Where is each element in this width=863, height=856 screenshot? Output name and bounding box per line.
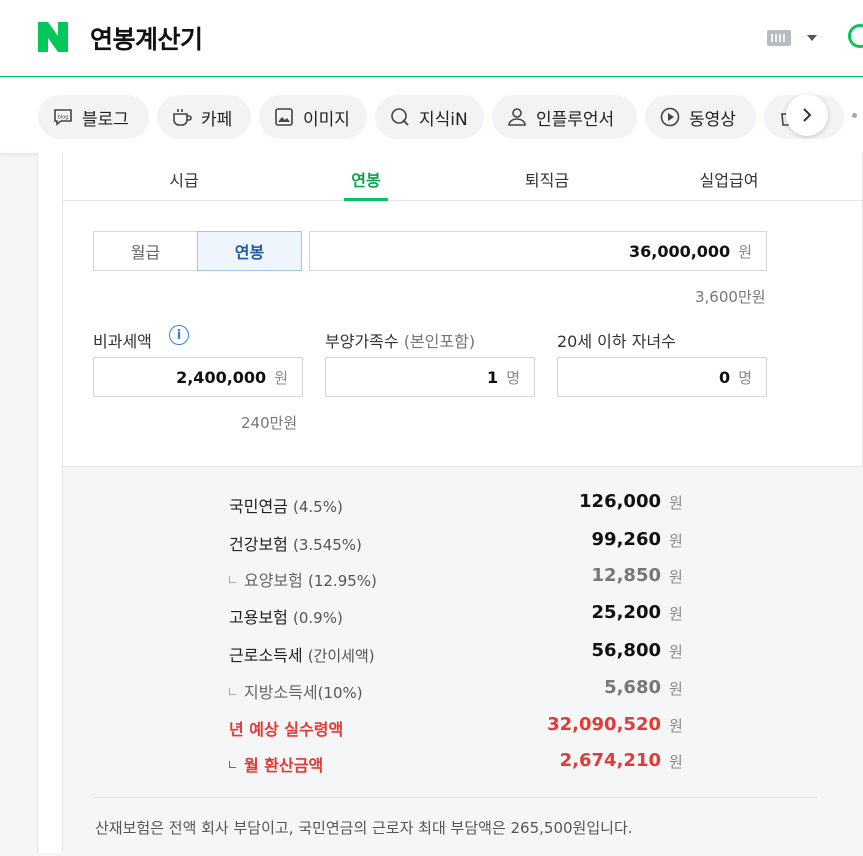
salary-unit: 원 (738, 242, 752, 261)
tab-unemployment[interactable]: 실업급여 (700, 167, 759, 191)
tabs-next-button[interactable] (786, 94, 828, 136)
tab-video[interactable]: 동영상 (645, 95, 756, 139)
tax-free-unit: 원 (274, 368, 288, 387)
children-input[interactable]: 0 명 (557, 357, 767, 397)
dependents-label-sub: (본인포함) (403, 332, 476, 351)
result-panel: 국민연금 (4.5%) 126,000 원 건강보험 (3.545%) 99,2… (63, 466, 863, 856)
result-name: 근로소득세 (간이세액) (229, 646, 375, 665)
tax-free-hint: 240만원 (241, 414, 298, 432)
dependents-value: 1 (487, 367, 499, 387)
footnote: 산재보험은 전액 회사 부담이고, 국민연금의 근로자 최대 부담액은 265,… (95, 819, 633, 837)
annual-net-label: 년 예상 실수령액 (229, 720, 344, 739)
salary-calculator: 시급 연봉 퇴직금 실업급여 월급 연봉 36,000,000 원 3,600만… (62, 153, 863, 856)
tab-blog[interactable]: blog 블로그 (38, 95, 149, 139)
tab-cafe[interactable]: 카페 (157, 95, 251, 139)
tab-label: 카페 (201, 109, 233, 130)
result-value: 56,800 (591, 640, 661, 661)
result-unit: 원 (669, 680, 683, 698)
result-row: 국민연금 (4.5%) 126,000 원 (63, 491, 863, 516)
keyboard-icon[interactable] (767, 30, 791, 46)
result-unit: 원 (669, 717, 683, 735)
children-unit: 명 (738, 368, 752, 387)
top-header: 연봉계산기 (0, 0, 863, 77)
result-unit: 원 (669, 532, 683, 550)
annual-toggle[interactable]: 연봉 (197, 231, 302, 271)
tab-label: 인플루언서 (536, 109, 615, 130)
children-value: 0 (719, 367, 731, 387)
calculator-tabs: 시급 연봉 퇴직금 실업급여 (63, 153, 863, 201)
image-icon (275, 108, 293, 126)
result-value: 126,000 (579, 491, 661, 512)
result-row: 지방소득세(10%) 5,680 원 (63, 677, 863, 703)
kin-icon (391, 108, 409, 126)
sub-item-corner-icon (229, 761, 236, 768)
tab-image[interactable]: 이미지 (259, 95, 367, 139)
result-unit: 원 (669, 494, 683, 512)
divider (93, 797, 817, 798)
svg-text:blog: blog (58, 115, 69, 121)
annual-net-row: 년 예상 실수령액 32,090,520 원 (63, 714, 863, 739)
tab-label: 블로그 (82, 109, 129, 130)
tab-label: 지식iN (419, 109, 468, 130)
dependents-input[interactable]: 1 명 (325, 357, 535, 397)
result-unit: 원 (669, 753, 683, 771)
page-title: 연봉계산기 (90, 25, 203, 54)
blog-icon: blog (54, 109, 72, 126)
salary-value: 36,000,000 (628, 241, 731, 261)
active-tab-indicator (344, 198, 388, 201)
result-value: 25,200 (591, 602, 661, 623)
salary-hint: 3,600만원 (695, 288, 766, 306)
result-row: 고용보험 (0.9%) 25,200 원 (63, 602, 863, 627)
result-value: 99,260 (591, 529, 661, 550)
chevron-right-icon (803, 108, 812, 122)
result-unit: 원 (669, 568, 683, 586)
category-tab-bar: blog 블로그 카페 이미지 지식iN 인플루언서 동영상 (0, 78, 863, 153)
tab-annual-salary[interactable]: 연봉 (351, 167, 380, 191)
info-icon[interactable]: i (169, 325, 189, 345)
dependents-label-text: 부양가족수 (325, 332, 399, 351)
more-dot-icon[interactable] (852, 113, 857, 118)
result-name: 요양보험 (12.95%) (229, 567, 377, 591)
dependents-label: 부양가족수 (본인포함) (325, 328, 475, 352)
result-value: 5,680 (604, 677, 661, 698)
result-name: 고용보험 (0.9%) (229, 608, 343, 627)
tab-kin[interactable]: 지식iN (375, 95, 484, 139)
result-unit: 원 (669, 643, 683, 661)
tax-free-value: 2,400,000 (176, 367, 267, 387)
dependents-unit: 명 (506, 368, 520, 387)
tab-label: 동영상 (689, 109, 736, 130)
monthly-net-row: 월 환산금액 2,674,210 원 (63, 750, 863, 776)
result-value: 12,850 (591, 565, 661, 586)
result-name: 지방소득세(10%) (229, 679, 363, 703)
monthly-net-label: 월 환산금액 (229, 752, 323, 776)
play-icon (660, 107, 680, 127)
sub-item-corner-icon (229, 688, 236, 695)
search-icon[interactable] (848, 24, 863, 48)
person-icon (508, 108, 526, 126)
result-name: 국민연금 (4.5%) (229, 497, 343, 516)
tab-hourly[interactable]: 시급 (169, 167, 198, 191)
result-row: 건강보험 (3.545%) 99,260 원 (63, 529, 863, 554)
result-row: 요양보험 (12.95%) 12,850 원 (63, 565, 863, 591)
cafe-cup-icon (173, 109, 192, 126)
annual-net-value: 32,090,520 (547, 714, 661, 735)
result-unit: 원 (669, 605, 683, 623)
result-row: 근로소득세 (간이세액) 56,800 원 (63, 640, 863, 665)
chevron-down-icon[interactable] (807, 35, 817, 41)
tax-free-label: 비과세액 (93, 332, 152, 351)
sub-item-corner-icon (229, 576, 236, 583)
children-label: 20세 이하 자녀수 (557, 332, 676, 351)
monthly-net-value: 2,674,210 (559, 750, 661, 771)
tax-free-input[interactable]: 2,400,000 원 (93, 357, 303, 397)
tab-severance[interactable]: 퇴직금 (525, 167, 569, 191)
monthly-toggle[interactable]: 월급 (93, 231, 198, 271)
salary-input[interactable]: 36,000,000 원 (309, 231, 767, 271)
naver-logo[interactable] (38, 22, 68, 52)
tab-influencer[interactable]: 인플루언서 (492, 95, 637, 139)
tab-label: 이미지 (303, 109, 350, 130)
result-name: 건강보험 (3.545%) (229, 535, 362, 554)
